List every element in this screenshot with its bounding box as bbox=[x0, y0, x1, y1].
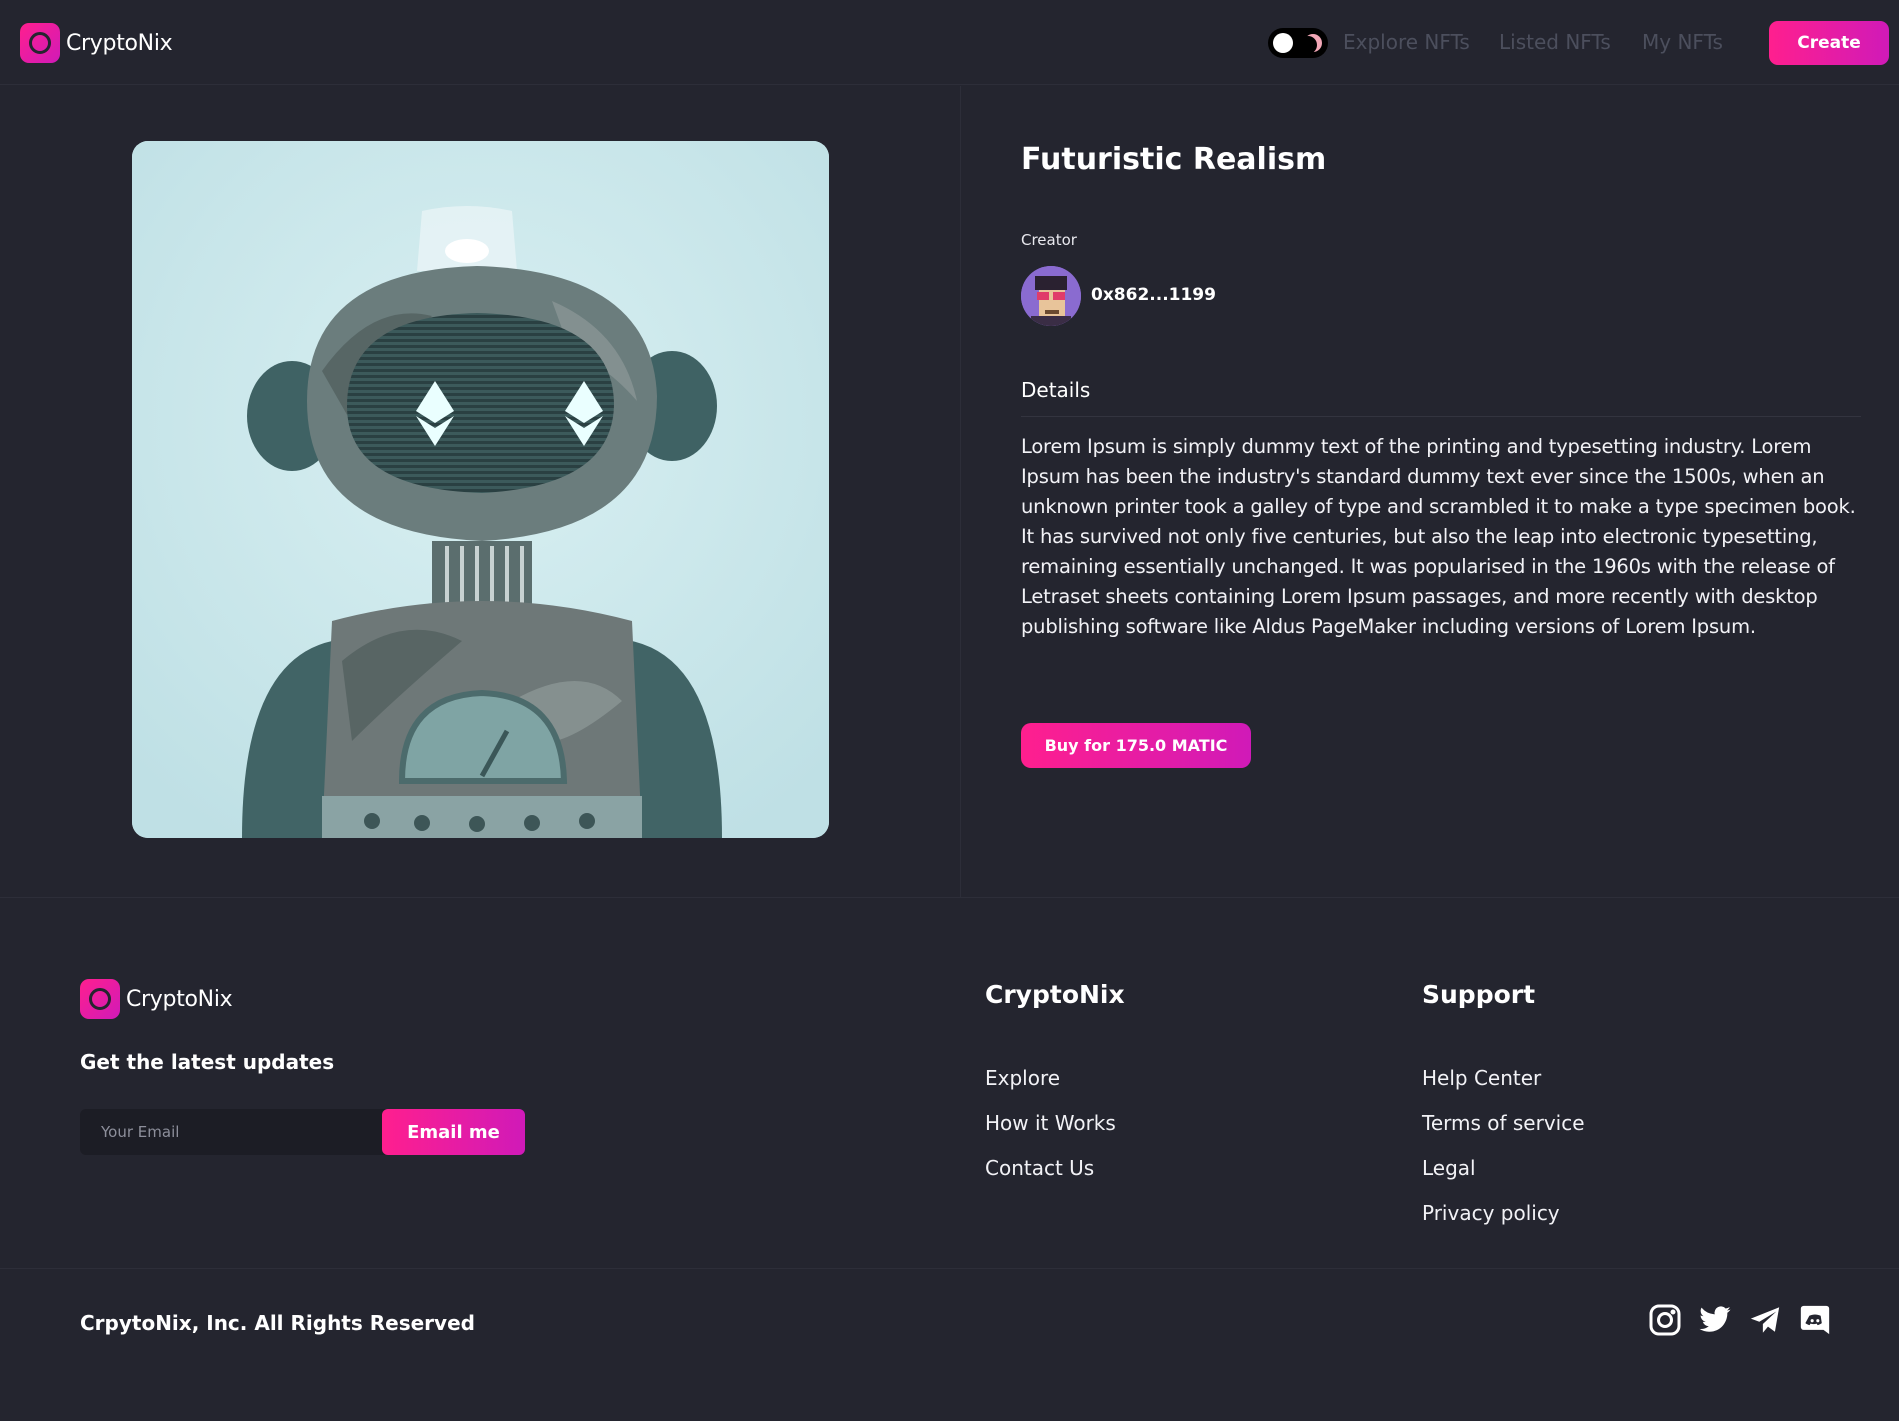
moon-icon bbox=[1304, 34, 1322, 52]
telegram-icon[interactable] bbox=[1748, 1303, 1782, 1337]
create-button[interactable]: Create bbox=[1769, 21, 1889, 65]
nav-listed-nfts[interactable]: Listed NFTs bbox=[1499, 30, 1611, 54]
vertical-divider bbox=[960, 86, 961, 898]
discord-icon[interactable] bbox=[1798, 1303, 1832, 1337]
nav-my-nfts[interactable]: My NFTs bbox=[1642, 30, 1723, 54]
instagram-icon[interactable] bbox=[1648, 1303, 1682, 1337]
nft-title: Futuristic Realism bbox=[1021, 142, 1327, 177]
buy-button[interactable]: Buy for 175.0 MATIC bbox=[1021, 723, 1251, 768]
toggle-knob bbox=[1273, 33, 1293, 53]
nav-explore-nfts[interactable]: Explore NFTs bbox=[1343, 30, 1470, 54]
logo-icon bbox=[20, 23, 60, 63]
footer-col-support-heading: Support bbox=[1422, 980, 1536, 1009]
footer-link-legal[interactable]: Legal bbox=[1422, 1156, 1476, 1180]
nft-image bbox=[132, 141, 829, 838]
email-input[interactable] bbox=[80, 1109, 382, 1155]
nft-detail-section: Futuristic Realism Creator 0x862...1199 … bbox=[0, 86, 1899, 898]
footer-link-contact-us[interactable]: Contact Us bbox=[985, 1156, 1094, 1180]
footer-logo[interactable]: CryptoNix bbox=[80, 979, 233, 1019]
top-navbar: CryptoNix Explore NFTs Listed NFTs My NF… bbox=[0, 0, 1899, 85]
footer-link-how-it-works[interactable]: How it Works bbox=[985, 1111, 1116, 1135]
footer-link-help-center[interactable]: Help Center bbox=[1422, 1066, 1541, 1090]
footer-link-privacy[interactable]: Privacy policy bbox=[1422, 1201, 1560, 1225]
creator-avatar[interactable] bbox=[1021, 266, 1081, 326]
details-divider bbox=[1021, 416, 1861, 417]
creator-address[interactable]: 0x862...1199 bbox=[1091, 285, 1216, 305]
creator-label: Creator bbox=[1021, 231, 1077, 249]
header-logo[interactable]: CryptoNix bbox=[20, 23, 173, 63]
nft-description: Lorem Ipsum is simply dummy text of the … bbox=[1021, 435, 1856, 638]
footer-divider bbox=[0, 1268, 1899, 1269]
email-me-button[interactable]: Email me bbox=[382, 1109, 525, 1155]
footer-link-explore[interactable]: Explore bbox=[985, 1066, 1060, 1090]
updates-heading: Get the latest updates bbox=[80, 1050, 335, 1074]
footer-link-terms[interactable]: Terms of service bbox=[1422, 1111, 1585, 1135]
brand-name: CryptoNix bbox=[66, 30, 173, 56]
copyright-text: CrpytoNix, Inc. All Rights Reserved bbox=[80, 1311, 475, 1335]
newsletter-form: Email me bbox=[80, 1109, 525, 1155]
details-heading: Details bbox=[1021, 378, 1091, 402]
footer-brand-name: CryptoNix bbox=[126, 986, 233, 1012]
logo-icon bbox=[80, 979, 120, 1019]
footer-col-cryptonix-heading: CryptoNix bbox=[985, 980, 1125, 1009]
twitter-icon[interactable] bbox=[1698, 1303, 1732, 1337]
theme-toggle[interactable] bbox=[1268, 28, 1328, 58]
